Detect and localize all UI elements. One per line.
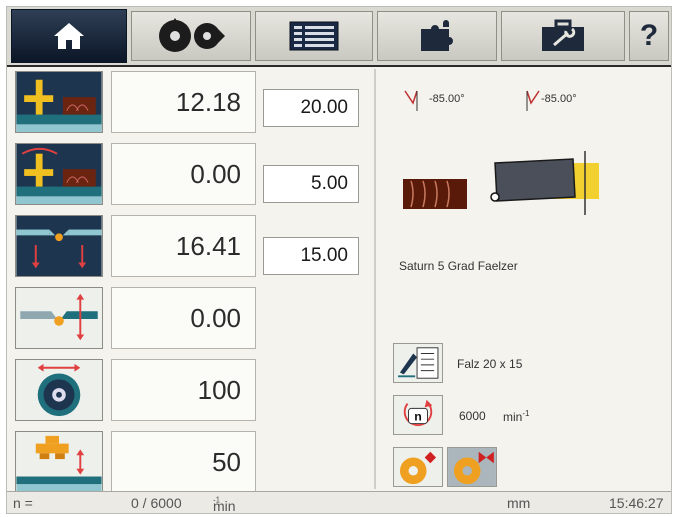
tab-puzzle[interactable]	[377, 11, 497, 61]
right-angle-value: -85.00°	[541, 93, 577, 105]
tab-list[interactable]	[255, 11, 373, 61]
rpm-value: 0 / 6000	[131, 495, 182, 511]
svg-text:n: n	[414, 410, 422, 424]
angle-height-value: 0.00	[111, 143, 256, 205]
panel-divider	[374, 69, 376, 489]
angle-height-icon	[16, 144, 102, 204]
n-label: n =	[13, 495, 33, 511]
blade-depth-button[interactable]	[15, 215, 103, 277]
length-unit: mm	[507, 495, 531, 511]
blade-diameter-button[interactable]	[15, 359, 103, 421]
speed-unit: min-1	[503, 409, 530, 424]
cut-profile-diagram	[403, 151, 599, 215]
angle-height-button[interactable]	[15, 143, 103, 205]
list-icon	[289, 21, 339, 51]
help-icon: ?	[639, 19, 659, 52]
fence-angle-icon	[16, 288, 102, 348]
blade-direction-left-icon	[394, 448, 442, 486]
pressure-roller-value: 50	[111, 431, 256, 493]
blade-depth-setpoint-field[interactable]: 15.00	[263, 237, 359, 275]
status-bar: n = 0 / 6000 min -1 mm 15:46:27	[7, 491, 671, 514]
speed-button[interactable]: n	[393, 395, 443, 435]
pressure-roller-button[interactable]	[15, 431, 103, 493]
tab-toolbox[interactable]	[501, 11, 625, 61]
clock: 15:46:27	[609, 495, 664, 511]
blade-depth-icon	[16, 216, 102, 276]
toolbox-icon	[542, 19, 584, 51]
angle-height-setpoint-field[interactable]: 5.00	[263, 165, 359, 203]
rotation-speed-icon: n	[394, 396, 442, 434]
height-value: 12.18	[111, 71, 256, 133]
rpm-unit: min -1	[213, 495, 236, 514]
fence-angle-button[interactable]	[15, 287, 103, 349]
tab-saw-blades[interactable]	[131, 11, 251, 61]
program-edit-icon	[394, 344, 442, 382]
program-label: Falz 20 x 15	[457, 357, 523, 371]
blade-direction-right-icon	[448, 448, 496, 486]
program-edit-button[interactable]	[393, 343, 443, 383]
machine-control-screen: ? 12.18 20.00 0.00 5.00 16.41 15.00 0.00…	[6, 6, 672, 514]
height-adjust-button[interactable]	[15, 71, 103, 133]
speed-value: 6000	[459, 409, 486, 423]
pressure-roller-icon	[16, 432, 102, 492]
blade-depth-value: 16.41	[111, 215, 256, 277]
blade-diameter-icon	[16, 360, 102, 420]
left-angle-value: -85.00°	[429, 93, 465, 105]
blade-left-button[interactable]	[393, 447, 443, 487]
right-angle-icon	[526, 90, 540, 111]
puzzle-icon	[421, 20, 453, 51]
tab-help[interactable]: ?	[629, 11, 669, 61]
fence-angle-value: 0.00	[111, 287, 256, 349]
height-setpoint-field[interactable]: 20.00	[263, 89, 359, 127]
height-adjust-icon	[16, 72, 102, 132]
home-icon	[54, 23, 84, 49]
blade-diameter-value: 100	[111, 359, 256, 421]
tab-bar: ?	[7, 7, 671, 67]
saw-blades-icon	[159, 18, 225, 52]
tab-home[interactable]	[11, 9, 127, 63]
profile-name: Saturn 5 Grad Faelzer	[399, 259, 518, 273]
blade-right-button[interactable]	[447, 447, 497, 487]
